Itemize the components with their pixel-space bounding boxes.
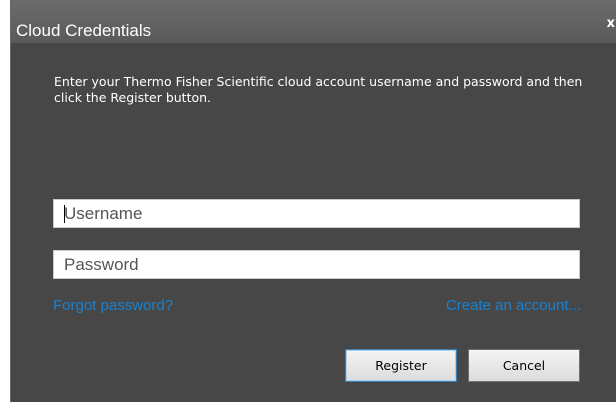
cancel-button[interactable]: Cancel — [468, 349, 580, 382]
password-input[interactable] — [53, 250, 580, 279]
register-button[interactable]: Register — [345, 349, 457, 382]
create-account-link[interactable]: Create an account... — [446, 297, 581, 315]
instructions-text: Enter your Thermo Fisher Scientific clou… — [54, 74, 583, 105]
cloud-credentials-dialog: Cloud Credentials x Enter your Thermo Fi… — [10, 0, 616, 402]
text-caret — [64, 205, 65, 223]
forgot-password-link[interactable]: Forgot password? — [53, 297, 173, 315]
username-input[interactable] — [53, 199, 580, 228]
close-icon[interactable]: x — [607, 16, 615, 32]
dialog-title: Cloud Credentials — [16, 21, 152, 40]
title-bar[interactable]: Cloud Credentials x — [11, 0, 616, 43]
